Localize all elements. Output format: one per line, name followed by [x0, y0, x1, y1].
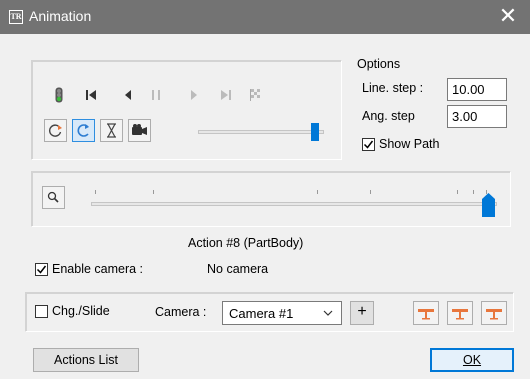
- camera-action-button-2[interactable]: [447, 301, 473, 325]
- camera-select-value: Camera #1: [229, 306, 294, 321]
- speed-slider-thumb[interactable]: [311, 123, 319, 141]
- timeline-tick: [457, 190, 458, 194]
- timeline-tick: [370, 190, 371, 194]
- actions-list-button[interactable]: Actions List: [33, 348, 139, 372]
- magnifier-icon: [47, 191, 59, 203]
- camera-position-icon: [486, 309, 502, 320]
- close-button[interactable]: ✕: [486, 0, 530, 34]
- timeline-tick: [153, 190, 154, 194]
- ang-step-field[interactable]: 3.00: [447, 105, 507, 128]
- timeline-tick: [95, 190, 96, 194]
- camera-action-button-3[interactable]: [481, 301, 507, 325]
- add-camera-button[interactable]: +: [350, 301, 374, 325]
- camera-position-icon: [418, 309, 434, 320]
- window-title: Animation: [29, 8, 92, 24]
- ok-button[interactable]: OK: [430, 348, 514, 372]
- skip-to-start-icon[interactable]: [85, 89, 97, 101]
- video-camera-icon: [132, 124, 147, 135]
- timeline-tick: [317, 190, 318, 194]
- enable-camera-checkbox[interactable]: Enable camera :: [35, 262, 175, 278]
- skip-to-end-icon[interactable]: [220, 89, 232, 101]
- ok-label: OK: [462, 353, 482, 367]
- camera-action-button-1[interactable]: [413, 301, 439, 325]
- options-group-label: Options: [357, 57, 401, 71]
- title-bar: TR Animation ✕: [0, 0, 530, 34]
- camera-status: No camera: [207, 262, 269, 276]
- timeline-track: [91, 202, 497, 206]
- enable-camera-check-box[interactable]: [35, 263, 48, 276]
- show-path-check-box[interactable]: [362, 138, 375, 151]
- loop-once-button[interactable]: [44, 119, 67, 142]
- hourglass-icon: [107, 123, 116, 138]
- speed-slider[interactable]: [198, 120, 328, 144]
- step-forward-icon[interactable]: [189, 89, 199, 101]
- loop-continuous-button[interactable]: [72, 119, 95, 142]
- traffic-light-icon[interactable]: [55, 87, 63, 103]
- line-step-label-text: Line. step :: [362, 81, 424, 95]
- checkmark-icon: [36, 265, 47, 274]
- chevron-down-icon: [323, 310, 333, 316]
- timeline-slider[interactable]: [87, 177, 502, 219]
- line-step-label: Line. step :: [362, 81, 423, 95]
- line-step-field[interactable]: 10.00: [447, 78, 507, 101]
- pause-icon[interactable]: [150, 89, 162, 101]
- refresh-icon: [49, 124, 62, 137]
- ang-step-label: Ang. step: [362, 109, 415, 123]
- chg-slide-check-box[interactable]: [35, 305, 48, 318]
- camera-select[interactable]: Camera #1: [222, 301, 342, 325]
- step-back-icon[interactable]: [123, 89, 133, 101]
- speed-slider-track: [198, 130, 324, 134]
- finish-flag-icon[interactable]: [249, 88, 262, 101]
- camera-label: Camera :: [155, 305, 207, 319]
- timeline-thumb[interactable]: [482, 193, 495, 217]
- playback-panel: [31, 60, 342, 160]
- timeline-tick: [473, 190, 474, 194]
- chg-slide-label: Chg./Slide: [52, 304, 110, 318]
- chg-slide-checkbox[interactable]: Chg./Slide: [35, 304, 135, 320]
- action-label: Action #8 (PartBody): [188, 236, 304, 250]
- hourglass-button[interactable]: [100, 119, 123, 142]
- zoom-button[interactable]: [42, 186, 65, 209]
- camera-position-icon: [452, 309, 468, 320]
- app-logo-icon: TR: [9, 10, 23, 24]
- checkmark-icon: [363, 140, 374, 149]
- record-camera-button[interactable]: [128, 119, 151, 142]
- repeat-icon: [77, 124, 89, 137]
- show-path-label: Show Path: [379, 137, 440, 151]
- enable-camera-label: Enable camera :: [52, 262, 144, 276]
- show-path-checkbox[interactable]: Show Path: [362, 137, 482, 153]
